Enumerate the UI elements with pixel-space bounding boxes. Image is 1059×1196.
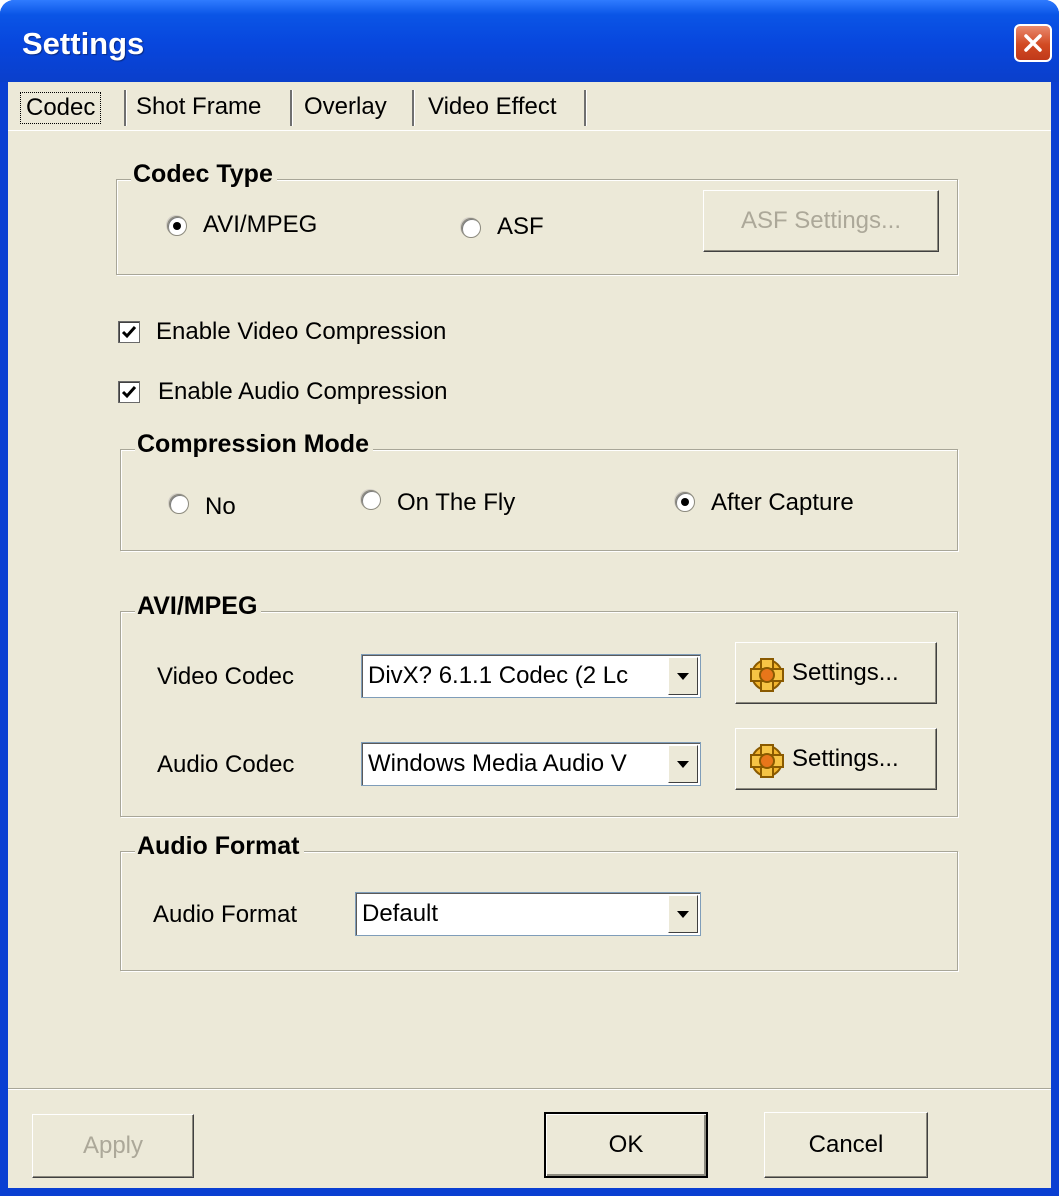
tab-divider [290, 90, 293, 126]
footer-separator [8, 1088, 1051, 1090]
asf-label[interactable]: ASF [497, 212, 544, 242]
audio-format-label: Audio Format [153, 901, 298, 928]
audio-format-group: Audio Format Audio Format Default [120, 832, 958, 971]
video-codec-settings-button[interactable]: Settings... [735, 642, 937, 704]
tab-divider [412, 90, 415, 126]
close-icon [1024, 34, 1042, 52]
mode-on-the-fly-label[interactable]: On The Fly [397, 488, 515, 518]
chevron-down-icon[interactable] [668, 895, 698, 933]
audio-format-legend: Audio Format [135, 832, 304, 861]
settings-dialog: Settings Codec Shot Frame Overlay Video … [0, 0, 1059, 1196]
video-codec-select[interactable]: DivX? 6.1.1 Codec (2 Lc [361, 654, 701, 698]
enable-audio-compression-label[interactable]: Enable Audio Compression [158, 377, 448, 407]
avi-mpeg-label[interactable]: AVI/MPEG [203, 210, 317, 240]
audio-codec-select[interactable]: Windows Media Audio V [361, 742, 701, 786]
enable-audio-compression-checkbox[interactable] [118, 381, 140, 403]
avi-mpeg-radio[interactable] [167, 216, 187, 236]
title-bar[interactable]: Settings [0, 0, 1059, 82]
chevron-down-icon[interactable] [668, 657, 698, 695]
asf-radio[interactable] [461, 218, 481, 238]
close-button[interactable] [1014, 24, 1052, 62]
tab-video-effect[interactable]: Video Effect [420, 92, 565, 130]
codec-type-group: Codec Type AVI/MPEG ASF ASF Settings... [116, 160, 958, 275]
settings-gear-icon [750, 658, 784, 692]
checkmark-icon [121, 386, 137, 399]
cancel-button[interactable]: Cancel [764, 1112, 928, 1178]
settings-gear-icon [750, 744, 784, 778]
audio-format-select[interactable]: Default [355, 892, 701, 936]
chevron-down-icon[interactable] [668, 745, 698, 783]
mode-after-capture-label[interactable]: After Capture [711, 488, 854, 518]
audio-codec-settings-button[interactable]: Settings... [735, 728, 937, 790]
tab-strip: Codec Shot Frame Overlay Video Effect [8, 82, 1051, 132]
video-codec-label: Video Codec [157, 663, 294, 690]
avi-mpeg-group: AVI/MPEG Video Codec DivX? 6.1.1 Codec (… [120, 592, 958, 817]
avi-mpeg-legend: AVI/MPEG [135, 592, 262, 621]
mode-no-label[interactable]: No [205, 492, 236, 522]
mode-no-radio[interactable] [169, 494, 189, 514]
tab-codec[interactable]: Codec [20, 92, 102, 130]
tab-divider [584, 90, 587, 126]
enable-video-compression-checkbox[interactable] [118, 321, 140, 343]
apply-button[interactable]: Apply [32, 1114, 194, 1178]
codec-tab-page: Codec Type AVI/MPEG ASF ASF Settings... … [8, 130, 1051, 1131]
ok-button[interactable]: OK [544, 1112, 708, 1178]
window-title: Settings [22, 26, 145, 61]
tab-divider [124, 90, 127, 126]
codec-type-legend: Codec Type [131, 160, 277, 189]
mode-on-the-fly-radio[interactable] [361, 490, 381, 510]
compression-mode-legend: Compression Mode [135, 430, 373, 459]
asf-settings-button[interactable]: ASF Settings... [703, 190, 939, 252]
mode-after-capture-radio[interactable] [675, 492, 695, 512]
compression-mode-group: Compression Mode No On The Fly After Cap… [120, 430, 958, 551]
enable-video-compression-label[interactable]: Enable Video Compression [156, 317, 446, 347]
checkmark-icon [121, 326, 137, 339]
dialog-client-area: Codec Shot Frame Overlay Video Effect Co… [8, 82, 1051, 1188]
tab-shot-frame[interactable]: Shot Frame [128, 92, 269, 130]
tab-overlay[interactable]: Overlay [296, 92, 395, 130]
audio-codec-label: Audio Codec [157, 751, 295, 778]
